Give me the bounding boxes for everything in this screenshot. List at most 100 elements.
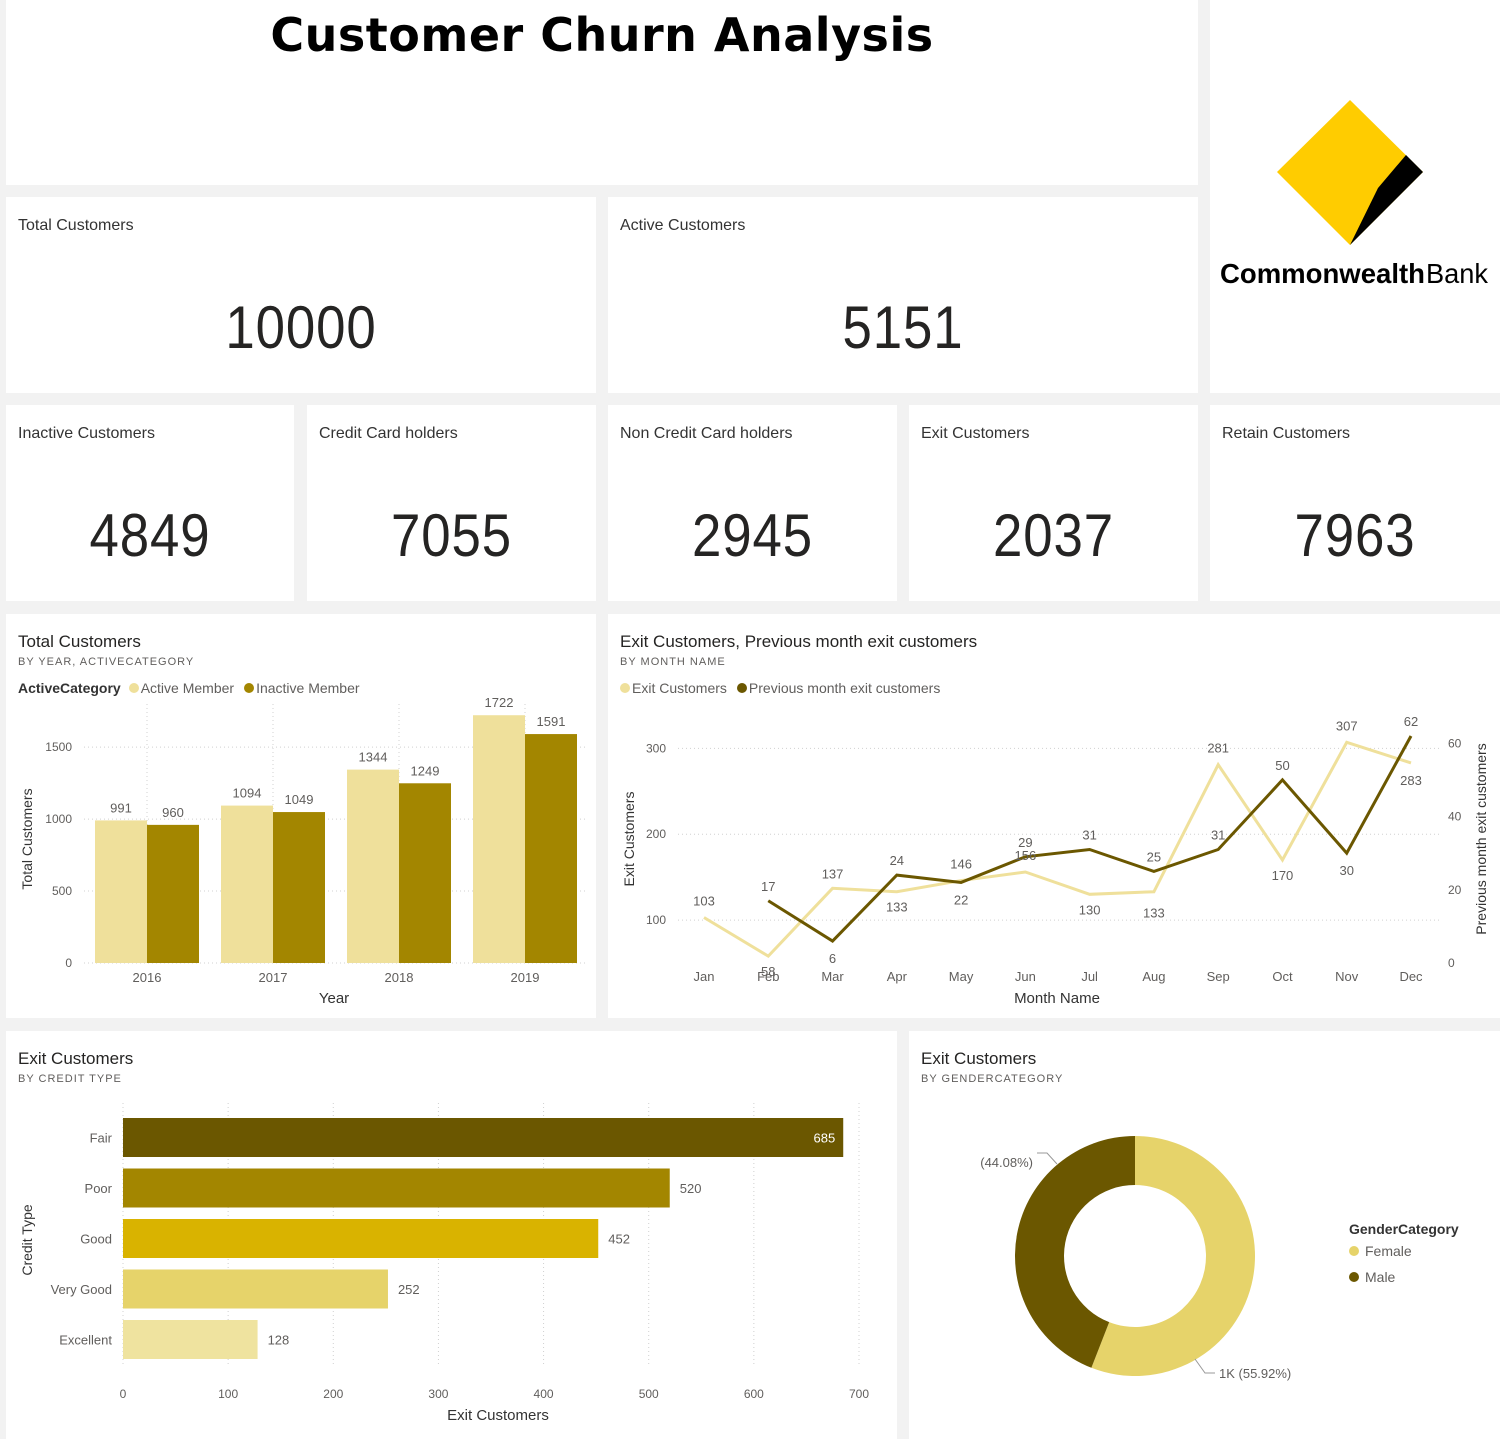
data-label: 1K (55.92%)	[1219, 1366, 1291, 1381]
data-label: 22	[954, 892, 968, 907]
bar	[95, 820, 147, 963]
x-tick-label: 200	[323, 1387, 343, 1401]
data-label: 1344	[359, 750, 388, 765]
data-label: 1049	[285, 792, 314, 807]
series-line-exit-customers	[703, 740, 1412, 959]
y-tick-label: Excellent	[59, 1333, 112, 1348]
y-tick-label: Very Good	[51, 1282, 112, 1297]
y-tick-label: 1500	[45, 740, 72, 754]
data-label: 133	[886, 900, 908, 915]
commonwealth-bank-logo: Commonwealth Bank	[1220, 100, 1489, 289]
y-axis-title: Total Customers	[19, 788, 35, 889]
x-tick-label: Apr	[887, 969, 908, 984]
y-tick-label: 0	[65, 956, 72, 970]
bar	[123, 1219, 599, 1258]
year-chart-card[interactable]: Total Customers BY YEAR, ACTIVECATEGORY …	[6, 614, 596, 1018]
kpi-value: 2945	[692, 502, 813, 569]
data-label: 30	[1339, 863, 1353, 878]
data-label: 307	[1336, 718, 1358, 733]
bar	[273, 812, 325, 963]
legend-dot-icon	[1349, 1246, 1359, 1256]
legend-label: Male	[1365, 1269, 1396, 1285]
data-label: 25	[1147, 849, 1161, 864]
y-tick-label: 200	[646, 827, 666, 841]
data-label: 252	[398, 1282, 420, 1297]
month-chart-card[interactable]: Exit Customers, Previous month exit cust…	[608, 614, 1500, 1018]
legend-item-male[interactable]: Male	[1349, 1269, 1459, 1285]
data-label: 50	[1275, 758, 1289, 773]
data-label: 991	[110, 800, 132, 815]
chart-legend: GenderCategory Female Male	[1349, 1221, 1459, 1295]
kpi-value: 7055	[391, 502, 512, 569]
kpi-active-customers: Active Customers 5151	[608, 197, 1198, 393]
x-tick-label: 0	[120, 1387, 127, 1401]
bar	[147, 824, 199, 963]
x-tick-label: 2016	[133, 970, 162, 985]
data-label: 6	[829, 951, 836, 966]
credit-chart-card[interactable]: Exit Customers BY CREDIT TYPE Credit Typ…	[6, 1031, 897, 1439]
y-tick-label: 300	[646, 741, 666, 755]
legend-label: Female	[1365, 1243, 1412, 1259]
y-tick-label: Good	[80, 1232, 112, 1247]
kpi-total-customers: Total Customers 10000	[6, 197, 596, 393]
data-label: 156	[1015, 848, 1037, 863]
data-label: 520	[680, 1181, 702, 1196]
x-axis-title: Month Name	[1014, 990, 1100, 1007]
y2-tick-label: 60	[1448, 736, 1462, 750]
kpi-inactive-customers: Inactive Customers 4849	[6, 405, 294, 601]
x-tick-label: Mar	[821, 969, 844, 984]
data-label: 281	[1207, 741, 1229, 756]
x-tick-label: Nov	[1335, 969, 1359, 984]
bar	[473, 715, 525, 963]
x-tick-label: 600	[744, 1387, 764, 1401]
kpi-retain-customers: Retain Customers 7963	[1210, 405, 1500, 601]
data-label: 17	[761, 879, 775, 894]
leader-line	[1037, 1152, 1058, 1165]
y-axis-title: Exit Customers	[621, 792, 637, 887]
x-tick-label: 2019	[511, 970, 540, 985]
x-tick-label: 100	[218, 1387, 238, 1401]
kpi-credit-card-holders: Credit Card holders 7055	[307, 405, 596, 601]
data-label: 960	[162, 805, 184, 820]
kpi-label: Exit Customers	[921, 425, 1030, 442]
y2-tick-label: 0	[1448, 956, 1455, 970]
bar	[399, 783, 451, 963]
x-tick-label: 500	[639, 1387, 659, 1401]
data-label: 170	[1272, 868, 1294, 883]
x-tick-label: 2017	[259, 970, 288, 985]
legend-title: GenderCategory	[1349, 1221, 1459, 1237]
data-label: 1249	[411, 763, 440, 778]
leader-line	[1194, 1358, 1215, 1374]
x-tick-label: 700	[849, 1387, 869, 1401]
data-label: 58	[761, 964, 775, 979]
gender-chart-card[interactable]: Exit Customers BY GENDERCATEGORY 1K (55.…	[909, 1031, 1500, 1439]
data-label: 133	[1143, 906, 1165, 921]
page-title: Customer Churn Analysis	[270, 8, 934, 62]
y-tick-label: Fair	[90, 1131, 113, 1146]
x-axis-title: Year	[319, 990, 349, 1007]
bar	[123, 1168, 670, 1208]
x-tick-label: Oct	[1272, 969, 1293, 984]
x-tick-label: Jul	[1081, 969, 1098, 984]
legend-item-female[interactable]: Female	[1349, 1243, 1459, 1259]
x-tick-label: Jan	[694, 969, 715, 984]
kpi-label: Active Customers	[620, 217, 746, 234]
x-tick-label: 2018	[385, 970, 414, 985]
kpi-label: Retain Customers	[1222, 425, 1351, 442]
y-tick-label: 1000	[45, 812, 72, 826]
y-tick-label: Poor	[85, 1181, 113, 1196]
y2-axis-title: Previous month exit customers	[1473, 743, 1489, 934]
data-label: (44.08%)	[980, 1155, 1033, 1170]
data-label: 685	[814, 1131, 836, 1146]
kpi-value: 4849	[89, 502, 211, 569]
month-line-chart: Exit Customers Previous month exit custo…	[621, 714, 1489, 1007]
x-tick-label: Dec	[1399, 969, 1423, 984]
data-label: 452	[608, 1232, 630, 1247]
x-tick-label: 400	[534, 1387, 554, 1401]
x-tick-label: 300	[428, 1387, 448, 1401]
bar	[123, 1118, 844, 1157]
x-tick-label: Aug	[1142, 969, 1165, 984]
kpi-exit-customers: Exit Customers 2037	[909, 405, 1198, 601]
y-tick-label: 100	[646, 913, 666, 927]
data-label: 24	[890, 853, 904, 868]
